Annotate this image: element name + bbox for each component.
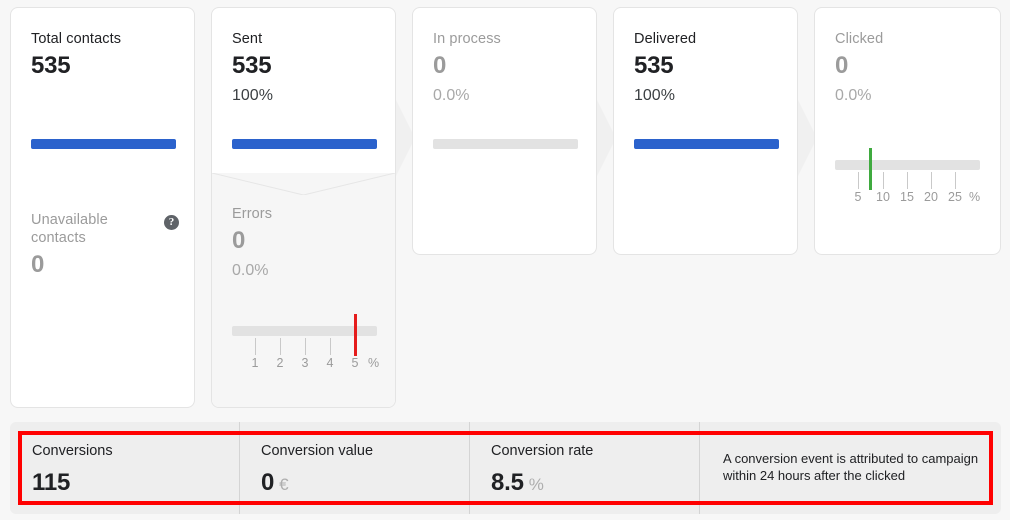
card-title: Clicked	[835, 31, 884, 47]
progress-bar-blue	[31, 139, 176, 149]
errors-benchmark-scale: 1 2 3 4 5 %	[232, 314, 380, 372]
scale-tick-label: 2	[276, 356, 284, 370]
card-percent: 100%	[232, 87, 273, 104]
scale-tick	[330, 338, 331, 355]
scale-tick-label: 1	[251, 356, 259, 370]
metric-card-sent[interactable]: Sent 535 100% Errors 0 0.0% 1 2 3 4 5 %	[211, 7, 396, 408]
card-title: Delivered	[634, 31, 697, 47]
conversion-value-value: 0 €	[261, 468, 289, 500]
card-title: Sent	[232, 31, 263, 47]
conversions-value: 115	[32, 468, 70, 498]
euro-currency-symbol: €	[279, 475, 289, 494]
card-value: 535	[31, 52, 71, 79]
conversion-note-column: A conversion event is attributed to camp…	[699, 422, 1001, 514]
scale-unit-label: %	[368, 356, 380, 370]
lower-text-block: Errors 0 0.0%	[212, 205, 395, 281]
conversions-column[interactable]: Conversions 115	[10, 422, 239, 514]
progress-bar-blue	[634, 139, 779, 149]
metric-card-in-process[interactable]: In process 0 0.0%	[412, 7, 597, 255]
clicked-benchmark-marker	[869, 148, 872, 190]
conversion-rate-value: 8.5%	[491, 468, 544, 500]
card-percent: 0.0%	[433, 87, 470, 104]
card-value: 535	[232, 52, 272, 79]
card-value: 0	[835, 52, 849, 79]
metric-card-clicked[interactable]: Clicked 0 0.0% 5 10 15 20 25 %	[814, 7, 1001, 255]
scale-unit-label: %	[969, 190, 981, 204]
lower-value: 0	[232, 227, 246, 254]
scale-tick-label: 20	[924, 190, 938, 204]
card-upper-section: Sent 535 100%	[212, 8, 395, 106]
scale-tick	[931, 172, 932, 189]
conversion-rate-number: 8.5	[491, 469, 524, 496]
conversion-value-label: Conversion value	[261, 443, 374, 459]
errors-threshold-marker	[354, 314, 357, 356]
percent-symbol: %	[528, 475, 544, 494]
progress-bar-blue	[232, 139, 377, 149]
card-upper-section: Clicked 0 0.0%	[815, 8, 1000, 106]
card-percent: 0.0%	[835, 87, 872, 104]
card-title: In process	[433, 31, 501, 47]
conversions-panel: Conversions 115 Conversion value 0 € Conv…	[10, 422, 1001, 514]
conversion-rate-label: Conversion rate	[491, 443, 594, 459]
card-upper-section: Delivered 535 100%	[614, 8, 797, 106]
funnel-notch-shape	[212, 173, 395, 195]
scale-tick-label: 3	[301, 356, 309, 370]
scale-tick	[883, 172, 884, 189]
lower-title-line1: Unavailable	[31, 212, 108, 228]
scale-tick	[255, 338, 256, 355]
scale-tick	[955, 172, 956, 189]
clicked-benchmark-scale: 5 10 15 20 25 %	[835, 148, 981, 206]
funnel-metrics-row: Total contacts 535 Unavailable contacts …	[0, 0, 1010, 415]
scale-tick-label: 10	[876, 190, 890, 204]
card-upper-section: Total contacts 535	[11, 8, 194, 81]
conversion-value-column[interactable]: Conversion value 0 €	[239, 422, 469, 514]
conversion-attribution-note: A conversion event is attributed to camp…	[723, 451, 979, 483]
conversion-rate-column[interactable]: Conversion rate 8.5%	[469, 422, 699, 514]
conversions-label: Conversions	[32, 443, 113, 459]
conversion-value-number: 0	[261, 469, 275, 496]
scale-tick	[280, 338, 281, 355]
scale-tick-label: 5	[351, 356, 359, 370]
scale-tick	[907, 172, 908, 189]
scale-tick-label: 4	[326, 356, 334, 370]
conversions-number: 115	[32, 469, 71, 496]
scale-track	[835, 160, 980, 170]
progress-bar-grey	[433, 139, 578, 149]
metric-card-delivered[interactable]: Delivered 535 100%	[613, 7, 798, 255]
card-value: 0	[433, 52, 447, 79]
scale-tick	[858, 172, 859, 189]
scale-tick-label: 15	[900, 190, 914, 204]
lower-percent: 0.0%	[232, 262, 269, 279]
lower-title-line2: contacts	[31, 230, 86, 246]
scale-tick-label: 25	[948, 190, 962, 204]
scale-tick	[305, 338, 306, 355]
card-value: 535	[634, 52, 674, 79]
card-title: Total contacts	[31, 31, 122, 47]
card-upper-section: In process 0 0.0%	[413, 8, 596, 106]
lower-value: 0	[31, 251, 45, 278]
lower-title: Errors	[232, 206, 273, 222]
scale-tick-label: 5	[854, 190, 862, 204]
metric-card-total-contacts[interactable]: Total contacts 535 Unavailable contacts …	[10, 7, 195, 408]
card-percent: 100%	[634, 87, 675, 104]
card-lower-section: Errors 0 0.0% 1 2 3 4 5 %	[212, 173, 395, 407]
help-circle-icon[interactable]: ?	[164, 215, 179, 230]
